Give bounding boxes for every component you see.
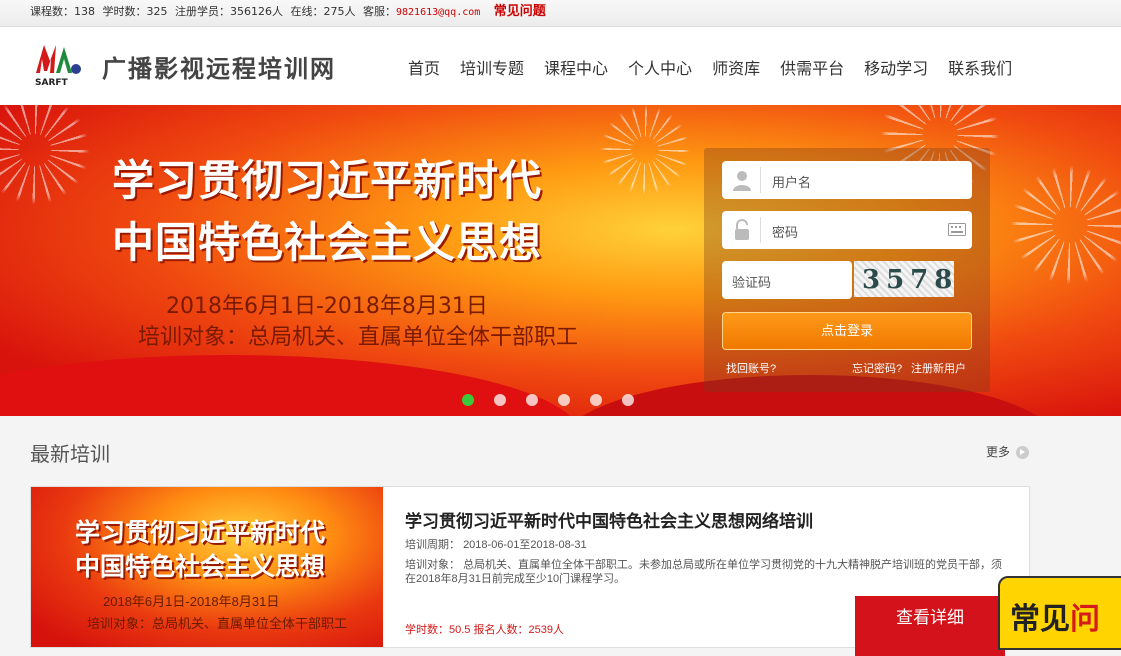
floating-faq-text: 常见问 xyxy=(1010,602,1100,637)
nav-supply-demand[interactable]: 供需平台 xyxy=(780,55,844,79)
site-name: 广播影视远程培训网 xyxy=(102,55,336,83)
training-target: 培训对象： 总局机关、直属单位全体干部职工。未参加总局或所在单位学习贯彻党的十九… xyxy=(405,558,1005,586)
captcha-field[interactable]: 验证码 xyxy=(722,261,852,299)
password-placeholder: 密码 xyxy=(772,225,799,240)
course-count: 课程数：138 xyxy=(30,5,95,18)
user-icon xyxy=(733,171,751,191)
field-divider xyxy=(760,217,761,243)
training-thumbnail[interactable]: 学习贯彻习近平新时代 中国特色社会主义思想 2018年6月1日-2018年8月3… xyxy=(31,487,383,647)
captcha-code: 3578 xyxy=(862,265,959,295)
logo-text: SARFT xyxy=(35,78,69,87)
carousel-indicators xyxy=(462,394,654,406)
firework-decoration xyxy=(600,105,690,195)
nav-contact-us[interactable]: 联系我们 xyxy=(948,55,1012,79)
service-label: 客服： xyxy=(363,5,396,18)
carousel-dot-2[interactable] xyxy=(494,394,506,406)
thumb-target: 培训对象：总局机关、直属单位全体干部职工 xyxy=(87,616,348,631)
training-period: 培训周期： 2018-06-01至2018-08-31 xyxy=(405,536,587,552)
username-field[interactable]: 用户名 xyxy=(722,161,972,199)
thumb-title-line2: 中国特色社会主义思想 xyxy=(75,552,326,581)
forgot-password-link[interactable]: 忘记密码? xyxy=(852,360,902,376)
register-link[interactable]: 注册新用户 xyxy=(911,360,966,376)
latest-training-heading: 最新培训 xyxy=(30,442,110,466)
nav-mobile-learning[interactable]: 移动学习 xyxy=(864,55,928,79)
username-placeholder: 用户名 xyxy=(772,175,812,190)
carousel-dot-3[interactable] xyxy=(526,394,538,406)
training-title[interactable]: 学习贯彻习近平新时代中国特色社会主义思想网络培训 xyxy=(405,507,813,532)
carousel-dot-1[interactable] xyxy=(462,394,474,406)
floating-faq-widget[interactable]: 常见问 xyxy=(998,576,1121,650)
more-link[interactable]: 更多 xyxy=(986,443,1010,460)
carousel-dot-4[interactable] xyxy=(558,394,570,406)
ribbon-decoration xyxy=(0,355,580,416)
faq-link[interactable]: 常见问题 xyxy=(494,4,546,19)
keyboard-icon[interactable] xyxy=(948,223,966,236)
login-button[interactable]: 点击登录 xyxy=(722,312,972,350)
period-value: 2018-06-01至2018-08-31 xyxy=(463,539,587,551)
carousel-dot-6[interactable] xyxy=(622,394,634,406)
view-detail-button[interactable]: 查看详细 xyxy=(855,596,1005,656)
password-field[interactable]: 密码 xyxy=(722,211,972,249)
carousel-dot-5[interactable] xyxy=(590,394,602,406)
login-panel: 用户名 密码 验证码 3578 点击登录 找回账号? 忘记密码? 注册新用户 xyxy=(704,148,990,392)
top-stats-bar: 课程数：138 学时数：325 注册学员：356126人 在线：275人 客服：… xyxy=(0,0,1121,27)
site-header: SARFT 广播影视远程培训网 首页 培训专题 课程中心 个人中心 师资库 供需… xyxy=(0,27,1121,105)
recover-account-link[interactable]: 找回账号? xyxy=(726,360,776,376)
banner-title-line2: 中国特色社会主义思想 xyxy=(112,218,543,267)
target-label: 培训对象： xyxy=(405,559,460,571)
captcha-image[interactable]: 3578 xyxy=(854,261,954,297)
training-stats: 学时数：50.5 报名人数：2539人 xyxy=(405,624,564,636)
banner-target: 培训对象：总局机关、直属单位全体干部职工 xyxy=(138,325,579,350)
banner-date-range: 2018年6月1日-2018年8月31日 xyxy=(166,294,488,319)
target-value: 总局机关、直属单位全体干部职工。未参加总局或所在单位学习贯彻党的十九大精神脱产培… xyxy=(405,559,1003,585)
nav-home[interactable]: 首页 xyxy=(408,55,440,79)
nav-personal-center[interactable]: 个人中心 xyxy=(628,55,692,79)
nav-course-center[interactable]: 课程中心 xyxy=(544,55,608,79)
nav-teacher-library[interactable]: 师资库 xyxy=(712,55,760,79)
firework-decoration xyxy=(1010,165,1121,285)
online-count: 在线：275人 xyxy=(290,5,356,18)
sarft-logo[interactable]: SARFT xyxy=(34,41,86,88)
banner-title-line1: 学习贯彻习近平新时代 xyxy=(112,156,543,205)
training-card[interactable]: 学习贯彻习近平新时代 中国特色社会主义思想 2018年6月1日-2018年8月3… xyxy=(30,486,1030,656)
firework-decoration xyxy=(0,105,90,205)
site-stats: 课程数：138 学时数：325 注册学员：356126人 在线：275人 客服：… xyxy=(30,0,546,25)
nav-training-topics[interactable]: 培训专题 xyxy=(460,55,524,79)
arrow-right-circle-icon[interactable] xyxy=(1016,446,1029,459)
captcha-placeholder: 验证码 xyxy=(732,275,772,290)
main-nav: 首页 培训专题 课程中心 个人中心 师资库 供需平台 移动学习 联系我们 xyxy=(408,55,1032,79)
service-email[interactable]: 9821613@qq.com xyxy=(396,7,480,18)
field-divider xyxy=(760,167,761,193)
registered-count: 注册学员：356126人 xyxy=(175,5,283,18)
thumb-date-range: 2018年6月1日-2018年8月31日 xyxy=(103,594,280,609)
lock-icon xyxy=(735,219,749,240)
period-label: 培训周期： xyxy=(405,539,460,551)
hour-count: 学时数：325 xyxy=(102,5,168,18)
thumb-title-line1: 学习贯彻习近平新时代 xyxy=(75,518,326,547)
